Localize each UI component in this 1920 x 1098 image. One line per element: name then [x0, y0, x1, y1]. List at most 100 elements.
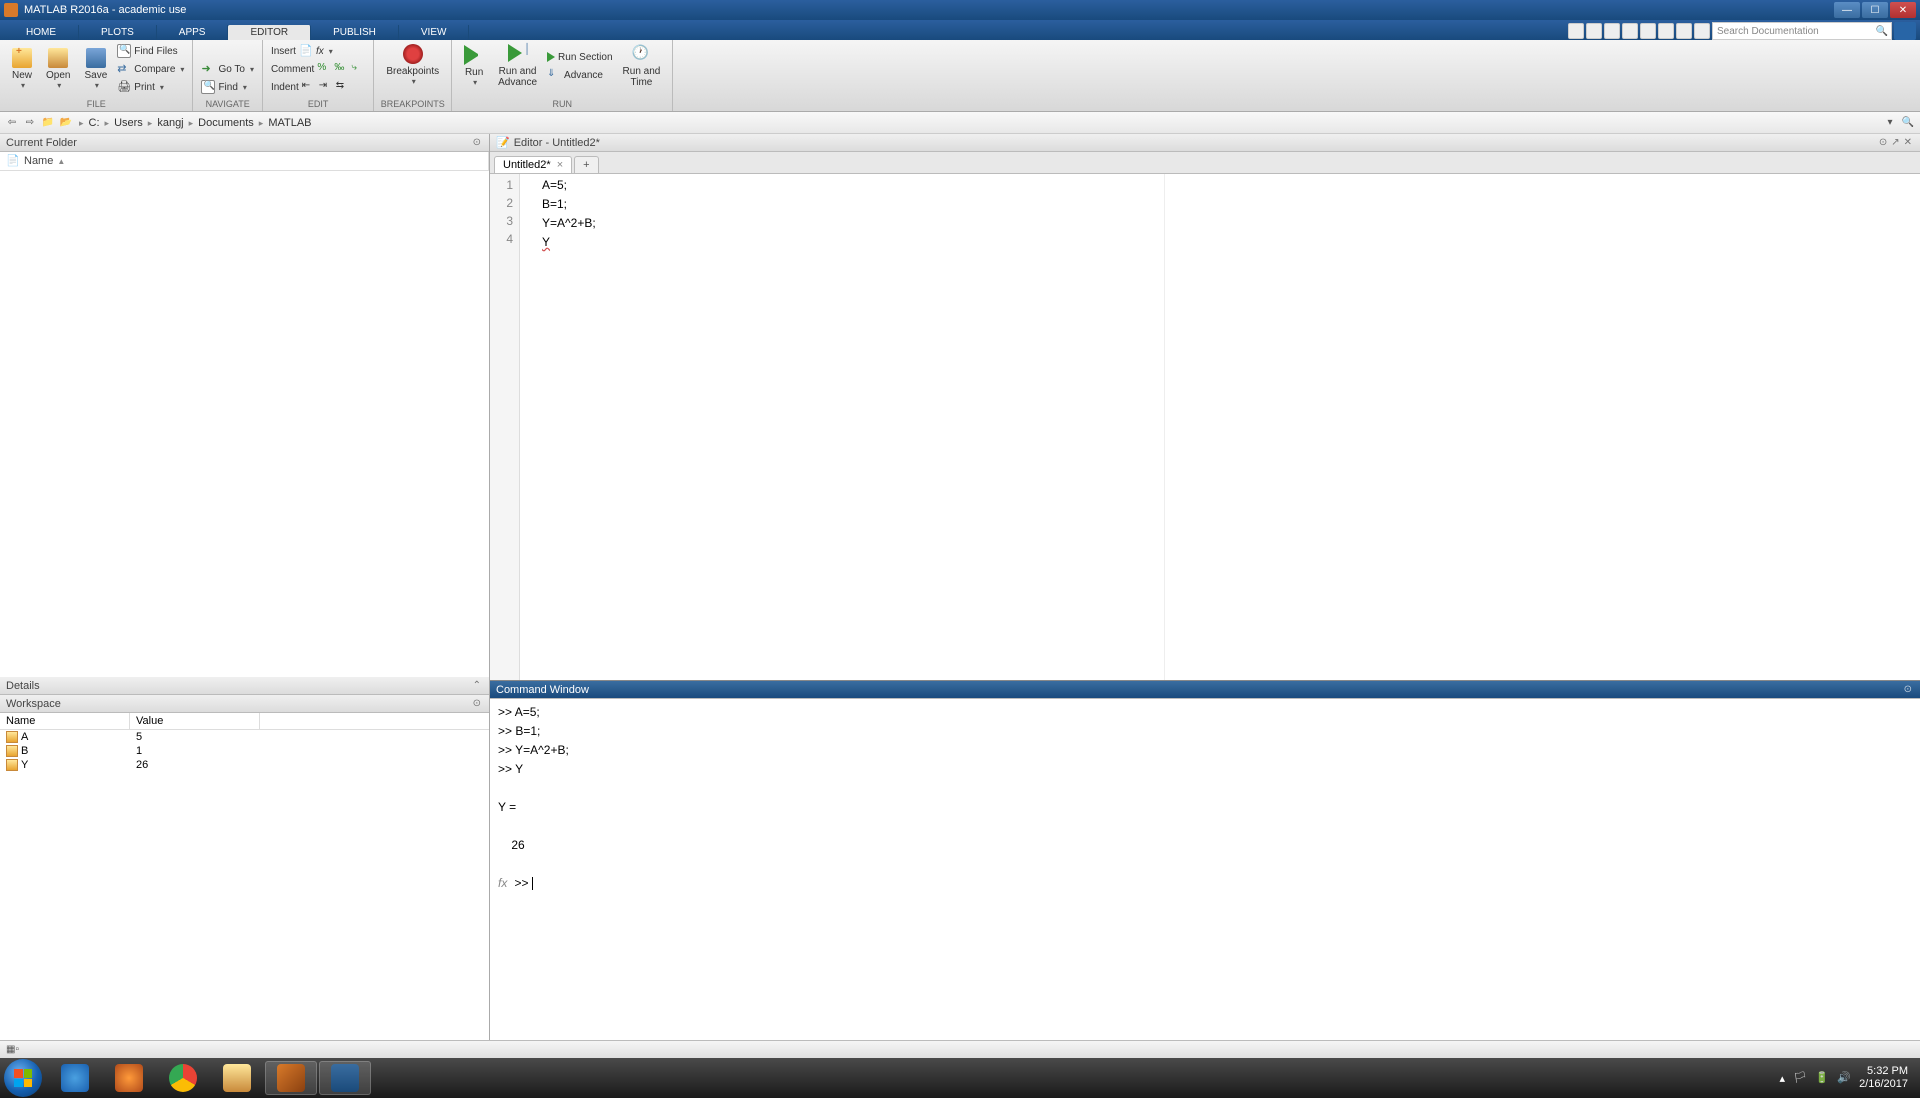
- details-expand-icon[interactable]: ⌃: [471, 680, 483, 691]
- qa-redo-icon[interactable]: [1658, 23, 1674, 39]
- insert-button[interactable]: Insert fx: [269, 42, 367, 60]
- window-close-button[interactable]: ✕: [1890, 2, 1916, 18]
- tab-home[interactable]: HOME: [4, 25, 79, 40]
- tray-up-icon[interactable]: ▴: [1780, 1072, 1786, 1085]
- qa-help-icon[interactable]: [1694, 23, 1710, 39]
- task-firefox[interactable]: [103, 1061, 155, 1095]
- editor-tab-close-icon[interactable]: ×: [557, 159, 563, 171]
- goto-button[interactable]: Go To: [199, 60, 256, 78]
- tab-publish[interactable]: PUBLISH: [311, 25, 399, 40]
- indent-left-icon[interactable]: ⇤: [302, 80, 316, 94]
- indent-right-icon[interactable]: ⇥: [319, 80, 333, 94]
- workspace-header[interactable]: Workspace ⊙: [0, 695, 489, 713]
- tab-view[interactable]: VIEW: [399, 25, 470, 40]
- smart-indent-icon[interactable]: ⇆: [336, 80, 350, 94]
- nav-up-button[interactable]: 📂: [58, 115, 74, 131]
- breadcrumb-0[interactable]: C:: [89, 117, 100, 129]
- current-folder-title: Current Folder: [6, 137, 77, 149]
- ws-row-b[interactable]: B1: [0, 744, 489, 758]
- tab-editor[interactable]: EDITOR: [228, 25, 311, 40]
- run-button[interactable]: Run: [458, 43, 490, 89]
- qa-cut-icon[interactable]: [1586, 23, 1602, 39]
- ws-col-name[interactable]: Name: [0, 713, 130, 729]
- comment-pct-icon[interactable]: %: [317, 62, 331, 76]
- ws-row-a[interactable]: A5: [0, 730, 489, 744]
- editor-maximize-icon[interactable]: ↗: [1889, 137, 1901, 148]
- find-button[interactable]: Find: [199, 78, 256, 96]
- editor-add-tab-button[interactable]: +: [574, 156, 598, 173]
- editor-menu-icon[interactable]: ⊙: [1877, 137, 1889, 148]
- save-button[interactable]: Save: [78, 46, 113, 92]
- qa-undo-icon[interactable]: [1640, 23, 1656, 39]
- address-dropdown-icon[interactable]: ▾: [1882, 115, 1898, 131]
- breadcrumb-4[interactable]: MATLAB: [268, 117, 311, 129]
- ws-col-value[interactable]: Value: [130, 713, 260, 729]
- task-word[interactable]: [319, 1061, 371, 1095]
- window-minimize-button[interactable]: —: [1834, 2, 1860, 18]
- command-window-header[interactable]: Command Window ⊙: [490, 681, 1920, 699]
- breakpoints-button[interactable]: Breakpoints: [380, 42, 445, 88]
- current-folder-header[interactable]: Current Folder ⊙: [0, 134, 489, 152]
- system-clock[interactable]: 5:32 PM 2/16/2017: [1859, 1065, 1908, 1091]
- qa-switch-icon[interactable]: [1676, 23, 1692, 39]
- breadcrumb-2[interactable]: kangj: [157, 117, 183, 129]
- comment-button[interactable]: Comment % ‰ ⤷: [269, 60, 367, 78]
- task-explorer[interactable]: [211, 1061, 263, 1095]
- advance-button[interactable]: ⇓Advance: [545, 66, 614, 84]
- editor-tab-untitled2[interactable]: Untitled2* ×: [494, 156, 572, 173]
- fx-icon[interactable]: fx: [498, 876, 507, 890]
- run-and-time-button[interactable]: Run and Time: [617, 42, 667, 90]
- insert-fx-icon[interactable]: fx: [316, 46, 324, 57]
- print-button[interactable]: Print: [115, 78, 186, 96]
- tab-plots[interactable]: PLOTS: [79, 25, 157, 40]
- tray-volume-icon[interactable]: 🔊: [1837, 1071, 1851, 1085]
- run-and-advance-button[interactable]: Run and Advance: [492, 42, 543, 90]
- qa-save-icon[interactable]: [1568, 23, 1584, 39]
- task-chrome[interactable]: [157, 1061, 209, 1095]
- start-button[interactable]: [4, 1059, 42, 1097]
- command-window-body[interactable]: >> A=5; >> B=1; >> Y=A^2+B; >> Y Y = 26 …: [490, 699, 1920, 1040]
- editor-header[interactable]: 📝 Editor - Untitled2* ⊙ ↗ ✕: [490, 134, 1920, 152]
- qa-paste-icon[interactable]: [1622, 23, 1638, 39]
- command-menu-icon[interactable]: ⊙: [1902, 684, 1914, 695]
- new-button[interactable]: New: [6, 46, 38, 92]
- nav-up-folder-icon[interactable]: 📁: [40, 115, 56, 131]
- qa-copy-icon[interactable]: [1604, 23, 1620, 39]
- indent-button[interactable]: Indent ⇤ ⇥ ⇆: [269, 78, 367, 96]
- nav-forward-button[interactable]: ⇨: [22, 115, 38, 131]
- system-tray[interactable]: ▴ 🏳 🔋 🔊 5:32 PM 2/16/2017: [1780, 1065, 1916, 1091]
- uncomment-icon[interactable]: ‰: [334, 62, 348, 76]
- panel-menu-icon[interactable]: ⊙: [471, 137, 483, 148]
- open-button[interactable]: Open: [40, 46, 76, 92]
- ws-row-y[interactable]: Y26: [0, 758, 489, 772]
- tray-power-icon[interactable]: 🔋: [1815, 1071, 1829, 1085]
- search-documentation-input[interactable]: Search Documentation: [1712, 22, 1892, 40]
- task-ie[interactable]: [49, 1061, 101, 1095]
- wrap-comment-icon[interactable]: ⤷: [351, 62, 365, 76]
- code-text[interactable]: A=5; B=1; Y=A^2+B; Y: [520, 174, 1920, 680]
- tray-action-icon[interactable]: 🏳: [1793, 1071, 1807, 1085]
- main-tab-bar: HOME PLOTS APPS EDITOR PUBLISH VIEW Sear…: [0, 20, 1920, 40]
- address-search-icon[interactable]: 🔍: [1900, 115, 1916, 131]
- window-maximize-button[interactable]: ☐: [1862, 2, 1888, 18]
- run-section-button[interactable]: Run Section: [545, 48, 614, 66]
- editor-close-icon[interactable]: ✕: [1902, 137, 1914, 148]
- tab-apps[interactable]: APPS: [157, 25, 229, 40]
- cf-name-header[interactable]: Name ▲: [0, 152, 489, 170]
- details-header[interactable]: Details ⌃: [0, 677, 489, 695]
- nav-back-button[interactable]: ⇦: [4, 115, 20, 131]
- editor-code-area[interactable]: 1 2 3 4 A=5; B=1; Y=A^2+B; Y: [490, 174, 1920, 680]
- breadcrumb[interactable]: C: Users kangj Documents MATLAB: [76, 117, 312, 129]
- compare-button[interactable]: Compare: [115, 60, 186, 78]
- breadcrumb-1[interactable]: Users: [114, 117, 143, 129]
- find-files-button[interactable]: Find Files: [115, 42, 186, 60]
- matlab-icon: [4, 3, 18, 17]
- advance-icon: ⇓: [547, 68, 561, 82]
- insert-dropdown-icon[interactable]: [327, 46, 333, 57]
- breadcrumb-3[interactable]: Documents: [198, 117, 254, 129]
- workspace-menu-icon[interactable]: ⊙: [471, 698, 483, 709]
- run-advance-label: Run and Advance: [498, 66, 537, 88]
- login-icon[interactable]: [1894, 22, 1916, 40]
- task-matlab[interactable]: [265, 1061, 317, 1095]
- ws-y-name: Y: [21, 759, 28, 771]
